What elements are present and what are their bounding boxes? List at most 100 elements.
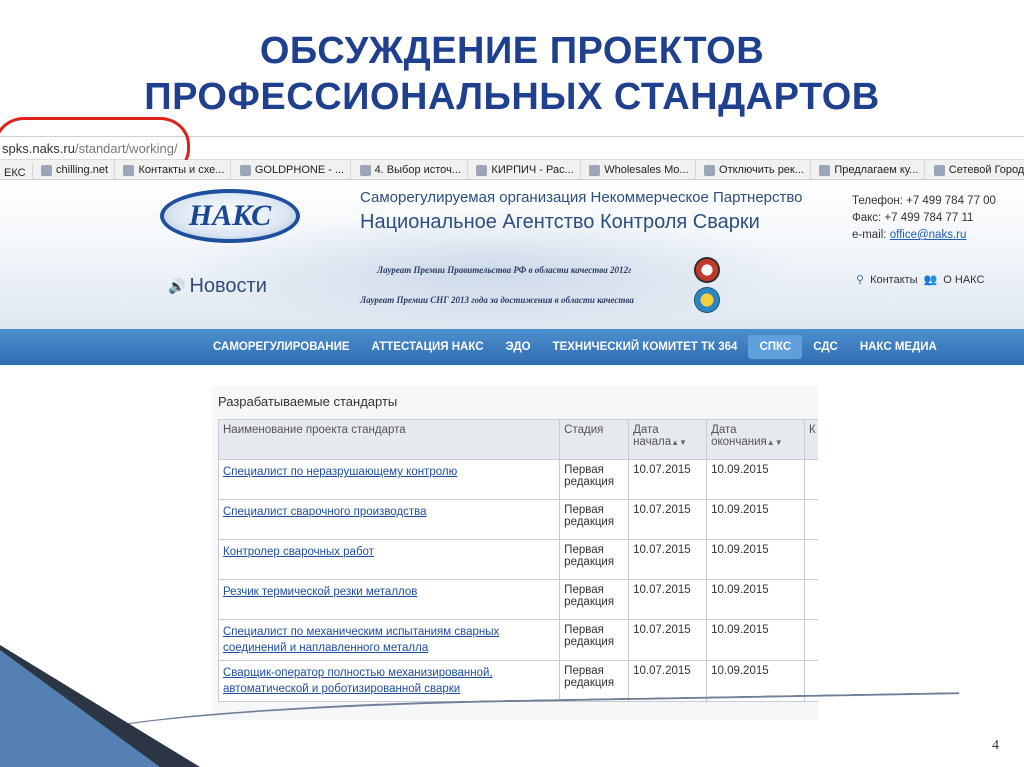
cell-start: 10.07.2015: [628, 660, 708, 702]
fax-text: Факс: +7 499 784 77 11: [852, 212, 974, 224]
bookmark-item[interactable]: КИРПИЧ - Рас...: [472, 160, 581, 179]
standard-link[interactable]: Специалист по неразрушающему контролю: [223, 464, 555, 480]
bookmark-label: Контакты и схе...: [138, 164, 225, 176]
award-text-1: Лауреат Премии Правительства РФ в област…: [377, 265, 632, 275]
contacts-link[interactable]: Контакты: [870, 274, 918, 286]
standards-panel: Разрабатываемые стандарты Наименование п…: [212, 386, 818, 720]
column-header-name[interactable]: Наименование проекта стандарта: [217, 419, 561, 460]
standard-link[interactable]: Резчик термической резки металлов: [223, 584, 555, 600]
sort-arrows-icon[interactable]: ▲▼: [671, 438, 687, 447]
cell-stage: Первая редакция: [559, 660, 630, 702]
cell-extra: [804, 619, 818, 661]
bookmark-item[interactable]: chilling.net: [37, 160, 116, 179]
site-icon: [123, 164, 135, 176]
award-medal-icon: [694, 257, 720, 283]
column-header-label: Наименование проекта стандарта: [223, 424, 406, 436]
nav-item-media[interactable]: НАКС МЕДИА: [849, 335, 948, 359]
cell-end: 10.09.2015: [706, 459, 806, 500]
standards-table: Наименование проекта стандарта Стадия Да…: [217, 419, 818, 702]
bookmark-item[interactable]: Отключить рек...: [700, 160, 811, 179]
table-row: Специалист по механическим испытаниям св…: [217, 619, 818, 661]
cell-stage: Первая редакция: [559, 499, 630, 540]
site-icon: [41, 164, 53, 176]
table-row: Специалист по неразрушающему контролю Пе…: [217, 459, 818, 500]
site-icon: [819, 164, 831, 176]
nav-item-attestation[interactable]: АТТЕСТАЦИЯ НАКС: [361, 335, 495, 359]
standards-title: Разрабатываемые стандарты: [218, 394, 398, 409]
bookmark-label: ЕКС: [4, 166, 26, 179]
nav-item-tech-committee[interactable]: ТЕХНИЧЕСКИЙ КОМИТЕТ ТК 364: [542, 335, 749, 359]
cell-start: 10.07.2015: [628, 539, 708, 580]
bookmarks-bar: ЕКС chilling.net Контакты и схе... GOLDP…: [0, 160, 1024, 180]
site-header: НАКС Саморегулируемая организация Некомм…: [0, 181, 1024, 329]
bookmark-label: GOLDPHONE - ...: [254, 164, 345, 176]
bookmark-item[interactable]: Сетевой Город....: [930, 160, 1024, 179]
email-link[interactable]: office@naks.ru: [890, 229, 967, 241]
column-header-label: Стадия: [564, 424, 604, 436]
column-header-stage[interactable]: Стадия: [559, 419, 630, 460]
column-header-end-date[interactable]: Дата окончания▲▼: [706, 419, 806, 460]
cell-start: 10.07.2015: [628, 499, 708, 540]
bookmark-item[interactable]: Контакты и схе...: [119, 160, 232, 179]
bookmark-label: chilling.net: [56, 164, 109, 176]
bookmark-label: 4. Выбор источ...: [374, 164, 461, 176]
site-icon: [476, 164, 488, 176]
standard-link[interactable]: Контролер сварочных работ: [223, 544, 555, 560]
speaker-icon: 🔊: [168, 278, 186, 294]
people-icon: 👥: [923, 274, 938, 286]
news-link[interactable]: 🔊 Новости: [168, 275, 267, 298]
bookmark-item[interactable]: Предлагаем ку...: [815, 160, 926, 179]
cell-extra: [804, 499, 818, 540]
standard-link[interactable]: Специалист сварочного производства: [223, 504, 555, 520]
main-nav: САМОРЕГУЛИРОВАНИЕ АТТЕСТАЦИЯ НАКС ЭДО ТЕ…: [0, 329, 1024, 365]
column-header-label: Дата окончания: [711, 424, 767, 448]
nav-item-sds[interactable]: СДС: [802, 335, 849, 359]
slide-title: ОБСУЖДЕНИЕ ПРОЕКТОВ ПРОФЕССИОНАЛЬНЫХ СТА…: [0, 28, 1024, 120]
nav-item-self-regulation[interactable]: САМОРЕГУЛИРОВАНИЕ: [202, 335, 361, 359]
bookmark-item[interactable]: ЕКС: [0, 162, 33, 179]
column-header-start-date[interactable]: Дата начала▲▼: [628, 419, 708, 460]
column-header-extra[interactable]: К от: [804, 419, 818, 460]
bookmark-label: КИРПИЧ - Рас...: [491, 164, 574, 176]
site-icon: [704, 164, 716, 176]
column-header-label: К от: [809, 424, 818, 436]
cell-start: 10.07.2015: [628, 579, 708, 620]
bookmark-item[interactable]: 4. Выбор источ...: [356, 160, 468, 179]
org-name: Национальное Агентство Контроля Сварки: [360, 211, 760, 233]
nav-item-spks[interactable]: СПКС: [748, 335, 803, 359]
slide-title-line2: ПРОФЕССИОНАЛЬНЫХ СТАНДАРТОВ: [144, 76, 880, 118]
slide-corner-accent: [0, 650, 160, 767]
about-link[interactable]: О НАКС: [943, 274, 984, 286]
bookmark-item[interactable]: Wholesales Mo...: [585, 160, 696, 179]
cell-extra: [804, 539, 818, 580]
bookmark-item[interactable]: GOLDPHONE - ...: [236, 160, 352, 179]
naks-logo[interactable]: НАКС: [160, 189, 300, 243]
cell-end: 10.09.2015: [706, 539, 806, 580]
nav-item-edo[interactable]: ЭДО: [495, 335, 542, 359]
award-text-2: Лауреат Премии СНГ 2013 года за достижен…: [360, 295, 634, 305]
table-row: Контролер сварочных работ Первая редакци…: [217, 539, 818, 580]
cell-stage: Первая редакция: [559, 579, 630, 620]
cell-end: 10.09.2015: [706, 579, 806, 620]
sort-arrows-icon[interactable]: ▲▼: [767, 438, 783, 447]
cell-name: Сварщик-оператор полностью механизирован…: [217, 660, 561, 702]
site-icon: [239, 164, 251, 176]
standard-link[interactable]: Сварщик-оператор полностью механизирован…: [223, 665, 555, 697]
page-icon: [359, 164, 371, 176]
cell-name: Специалист по неразрушающему контролю: [217, 459, 561, 500]
cell-name: Специалист по механическим испытаниям св…: [217, 619, 561, 661]
cell-extra: [804, 579, 818, 620]
site-icon: [589, 164, 601, 176]
cell-stage: Первая редакция: [559, 539, 630, 580]
contact-info: Телефон: +7 499 784 77 00 Факс: +7 499 7…: [852, 193, 996, 244]
bookmark-label: Предлагаем ку...: [834, 164, 919, 176]
org-subtitle: Саморегулируемая организация Некоммерчес…: [360, 189, 803, 206]
location-pin-icon: ⚲: [856, 274, 865, 286]
column-header-label: Дата начала: [633, 424, 672, 448]
cell-name: Специалист сварочного производства: [217, 499, 561, 540]
cell-name: Резчик термической резки металлов: [217, 579, 561, 620]
phone-text: Телефон: +7 499 784 77 00: [852, 195, 996, 207]
standard-link[interactable]: Специалист по механическим испытаниям св…: [223, 624, 555, 656]
email-label: e-mail:: [852, 229, 890, 241]
bookmark-label: Wholesales Mo...: [604, 164, 689, 176]
